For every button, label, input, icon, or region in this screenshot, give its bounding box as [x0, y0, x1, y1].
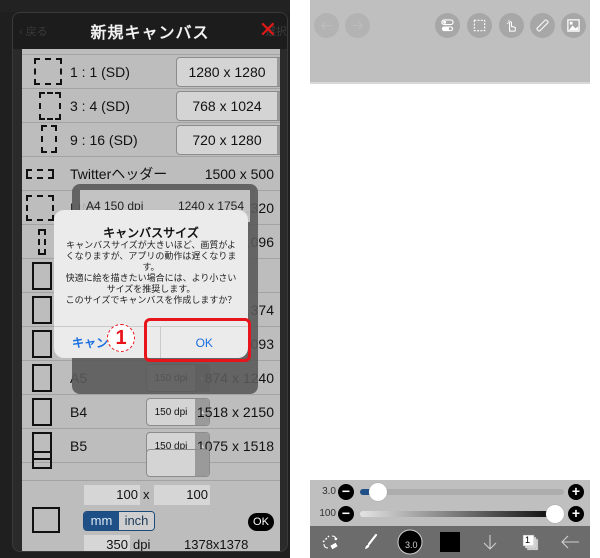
dashed-very-tall-icon: [38, 229, 46, 255]
download-button[interactable]: [476, 528, 504, 556]
page-title: 新規キャンバス: [90, 25, 210, 42]
size-stepper[interactable]: 768 x 1024▲: [176, 91, 280, 121]
dashed-square-icon: [26, 195, 54, 221]
brush-sliders: 3.0 − + 100 − +: [310, 480, 590, 526]
color-swatch-icon: [440, 532, 460, 552]
opacity-decrease-button[interactable]: −: [338, 506, 354, 522]
paper-icon: [32, 262, 52, 290]
back-button[interactable]: [556, 528, 584, 556]
paper-icon: [32, 451, 52, 469]
paper-icon: [32, 398, 52, 426]
selection-icon: [473, 19, 486, 32]
layers-button[interactable]: 1: [516, 528, 544, 556]
step-number-badge: 1: [107, 324, 135, 352]
sheet-header: ‹ 戻る 新規キャンバス 選択 ✕: [13, 13, 287, 49]
preset-label: 3 : 4 (SD): [70, 97, 130, 114]
top-toolbar: [310, 0, 590, 84]
dashed-square-icon: [34, 58, 62, 85]
unit-toggle: mm inch: [83, 511, 155, 531]
color-button[interactable]: [436, 528, 464, 556]
redo-button[interactable]: [345, 13, 370, 38]
layer-count: 1: [525, 535, 531, 545]
selection-button[interactable]: [467, 13, 492, 38]
ruler-icon: [536, 19, 549, 32]
dashed-portrait-icon: [39, 92, 61, 120]
opacity-slider-handle[interactable]: [546, 505, 564, 523]
unit-inch-button[interactable]: inch: [119, 512, 154, 530]
undo-button[interactable]: [314, 13, 339, 38]
dpi-label: dpi: [133, 537, 151, 552]
download-icon: [483, 535, 497, 550]
status-bar: [0, 0, 290, 12]
brush-size-label: 3.0: [405, 540, 418, 550]
new-canvas-screen: ‹ 戻る 新規キャンバス 選択 ✕ ▲ 1 : 1 (SD) 1280 x 12…: [0, 0, 290, 558]
swap-tool-button[interactable]: [316, 528, 344, 556]
size-stepper[interactable]: 720 x 1280▲: [176, 125, 280, 155]
custom-frame-icon: [32, 507, 60, 533]
alert-title: キャンバスサイズ: [103, 226, 199, 240]
gesture-button[interactable]: [499, 13, 524, 38]
width-input[interactable]: 100: [84, 485, 140, 505]
brush-size-decrease-button[interactable]: −: [338, 484, 354, 500]
paper-icon: [32, 364, 52, 392]
image-import-button[interactable]: [561, 13, 586, 38]
stepper-up-icon[interactable]: ▲: [277, 58, 280, 86]
preset-row[interactable]: 1 : 1 (SD) 1280 x 1280▲: [22, 55, 280, 89]
dashed-tall-icon: [41, 125, 57, 153]
paper-icon: [32, 330, 52, 358]
preset-row[interactable]: B4 150 dpi ▲ 1518 x 2150: [22, 395, 280, 429]
stepper-up-icon[interactable]: ▲: [277, 92, 280, 120]
preset-label: Twitterヘッダー: [70, 165, 168, 182]
custom-ok-button[interactable]: OK: [248, 513, 274, 531]
dpi-input[interactable]: 350: [84, 535, 130, 551]
brush-button[interactable]: [356, 528, 384, 556]
preset-resolution: 1500 x 500: [204, 165, 274, 182]
stepper-up-icon[interactable]: ▲: [277, 126, 280, 154]
back-button[interactable]: ‹ 戻る: [19, 23, 48, 39]
dpi-stepper[interactable]: [146, 449, 210, 477]
alert-message: キャンバスサイズが大きいほど、画質がよくなりますが、アプリの動作は遅くなります。…: [65, 240, 237, 305]
size-stepper[interactable]: 1280 x 1280▲: [176, 57, 280, 87]
preset-row[interactable]: [22, 449, 280, 481]
preset-resolution: 1518 x 2150: [196, 403, 274, 420]
unit-mm-button[interactable]: mm: [84, 512, 119, 530]
canvas-screen: 3.0 − + 100 − + 3.0 1: [310, 0, 590, 558]
layer-toggle-button[interactable]: [435, 13, 460, 38]
preset-label: B4: [70, 403, 88, 420]
redo-icon: [352, 21, 363, 30]
preset-row[interactable]: 3 : 4 (SD) 768 x 1024▲: [22, 89, 280, 123]
close-icon[interactable]: ✕: [259, 19, 277, 41]
undo-icon: [321, 21, 332, 30]
opacity-increase-button[interactable]: +: [568, 506, 584, 522]
paper-icon: [32, 296, 52, 324]
brush-icon: [365, 533, 378, 549]
preset-label: 9 : 16 (SD): [70, 131, 138, 148]
brush-size-track[interactable]: [360, 489, 564, 495]
height-input[interactable]: 100: [154, 485, 210, 505]
brush-size-button[interactable]: 3.0: [396, 528, 424, 556]
x-label: x: [143, 487, 150, 502]
dashed-wide-icon: [26, 169, 54, 179]
toggle-switch-icon: [441, 19, 454, 32]
brush-size-value: 3.0: [322, 486, 336, 497]
hand-gesture-icon: [506, 19, 516, 32]
opacity-track[interactable]: [360, 511, 564, 517]
ruler-button[interactable]: [530, 13, 555, 38]
back-arrow-icon: [561, 535, 579, 549]
custom-size-section: 100 x 100 mm inch OK 350 dpi 1378x1378: [22, 481, 280, 552]
opacity-value: 100: [319, 508, 336, 519]
ok-highlight-annotation: [144, 318, 251, 362]
swap-tool-icon: [322, 535, 338, 550]
preset-label: B5: [70, 437, 88, 454]
brush-size-slider-handle[interactable]: [369, 483, 388, 501]
pixel-size-readout: 1378x1378: [184, 537, 249, 552]
image-icon: [567, 19, 580, 32]
brush-size-increase-button[interactable]: +: [568, 484, 584, 500]
preset-label: 1 : 1 (SD): [70, 63, 130, 80]
bottom-toolbar: 3.0 1: [310, 526, 590, 558]
preset-row[interactable]: 9 : 16 (SD) 720 x 1280▲: [22, 123, 280, 157]
